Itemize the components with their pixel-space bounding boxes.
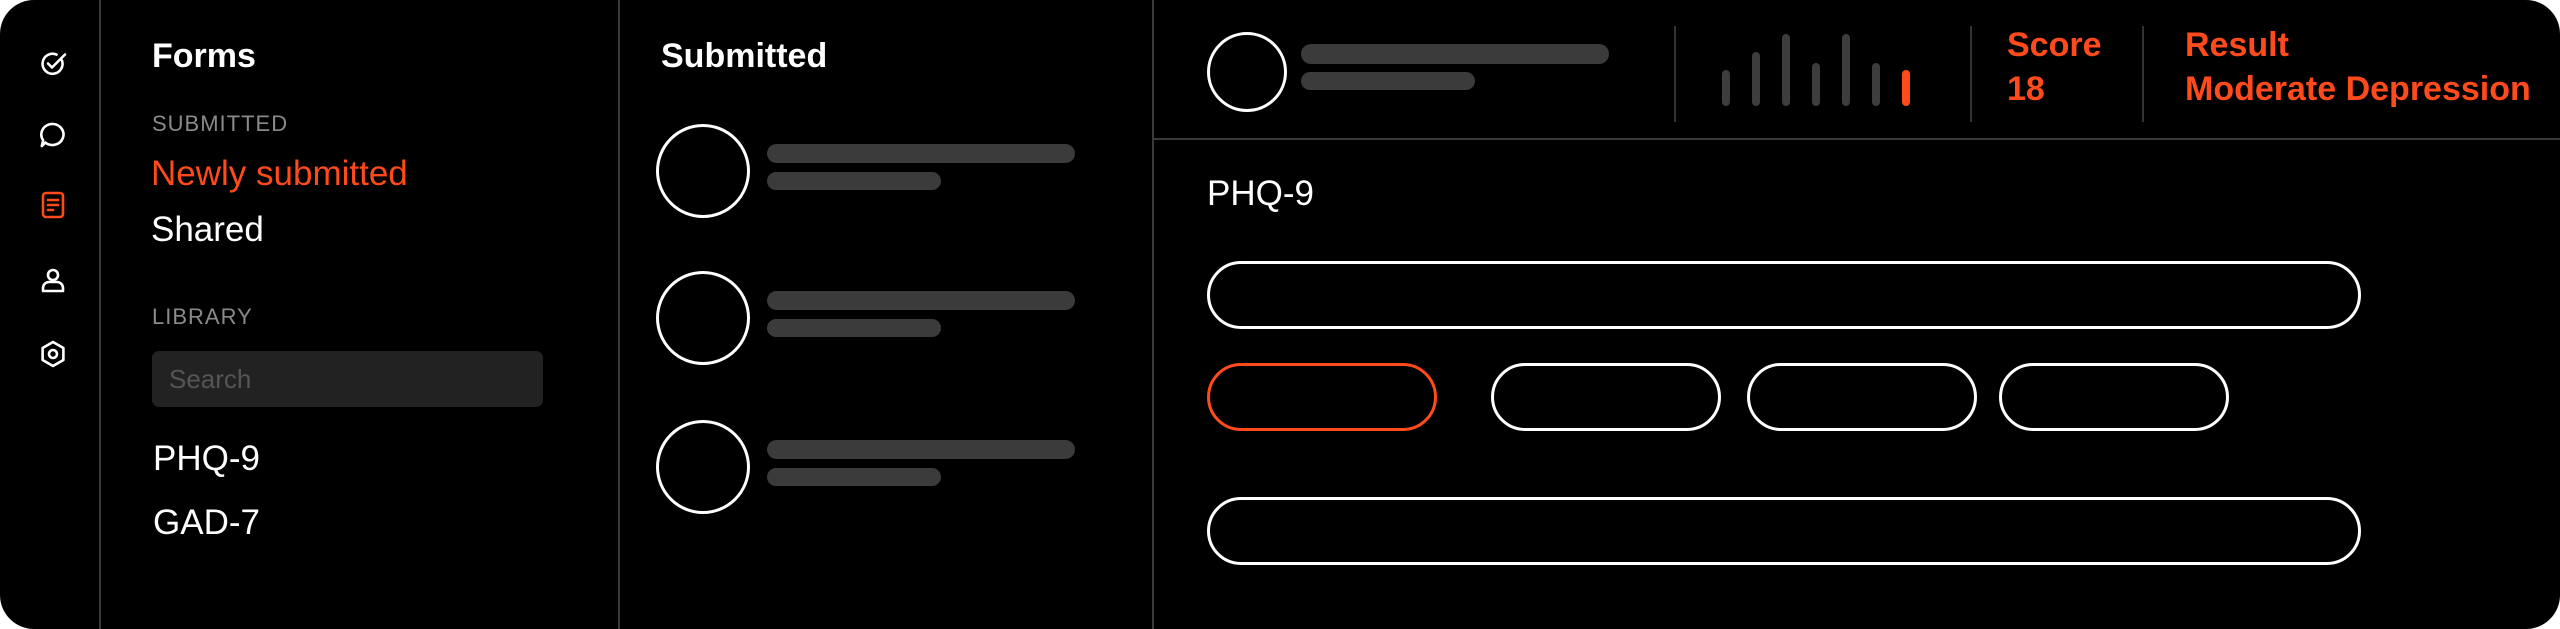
tasks-check-icon[interactable] xyxy=(37,48,69,80)
score-level-bar xyxy=(1812,63,1820,106)
library-item-phq9[interactable]: PHQ-9 xyxy=(153,439,260,479)
score-level-bar xyxy=(1872,63,1880,106)
patient-header: Score 18 Result Moderate Depression xyxy=(1154,0,2560,140)
nav-item-shared[interactable]: Shared xyxy=(151,210,264,250)
submitted-list: Submitted xyxy=(620,0,1154,629)
patient-detail-placeholder xyxy=(1301,72,1475,90)
submitted-list-title: Submitted xyxy=(661,37,828,75)
forms-icon[interactable] xyxy=(37,189,69,221)
icon-rail xyxy=(0,0,101,629)
name-placeholder xyxy=(767,440,1075,459)
answer-option[interactable] xyxy=(1999,363,2229,431)
header-divider xyxy=(1970,26,1972,122)
answer-option[interactable] xyxy=(1747,363,1977,431)
nav-item-newly-submitted[interactable]: Newly submitted xyxy=(151,154,408,194)
question-field[interactable] xyxy=(1207,497,2361,565)
name-placeholder xyxy=(767,144,1075,163)
detail-placeholder xyxy=(767,468,941,486)
avatar xyxy=(656,420,750,514)
question-field[interactable] xyxy=(1207,261,2361,329)
submitted-section-label: SUBMITTED xyxy=(152,111,289,136)
list-item[interactable] xyxy=(656,124,1116,220)
list-item[interactable] xyxy=(656,271,1116,367)
settings-hexagon-icon[interactable] xyxy=(37,338,69,370)
search-input[interactable] xyxy=(152,351,543,407)
answer-option[interactable] xyxy=(1491,363,1721,431)
header-divider xyxy=(1674,26,1676,122)
library-item-gad7[interactable]: GAD-7 xyxy=(153,503,260,543)
list-item[interactable] xyxy=(656,420,1116,516)
patient-name-placeholder xyxy=(1301,44,1609,64)
detail-placeholder xyxy=(767,172,941,190)
person-icon[interactable] xyxy=(37,264,69,296)
chat-bubble-icon[interactable] xyxy=(37,119,69,151)
detail-placeholder xyxy=(767,319,941,337)
forms-sidebar: Forms SUBMITTED Newly submitted Shared L… xyxy=(101,0,620,629)
app-window: Forms SUBMITTED Newly submitted Shared L… xyxy=(0,0,2560,629)
name-placeholder xyxy=(767,291,1075,310)
form-title: PHQ-9 xyxy=(1207,174,1314,213)
avatar xyxy=(656,271,750,365)
answer-option-selected[interactable] xyxy=(1207,363,1437,431)
score-level-bar xyxy=(1842,34,1850,106)
result-value: Moderate Depression xyxy=(2185,70,2531,108)
form-detail-panel: Score 18 Result Moderate Depression PHQ-… xyxy=(1154,0,2560,629)
result-label: Result xyxy=(2185,26,2289,64)
score-level-bar xyxy=(1752,52,1760,106)
score-level-bar xyxy=(1722,70,1730,106)
header-divider xyxy=(2142,26,2144,122)
patient-avatar xyxy=(1207,32,1287,112)
forms-title: Forms xyxy=(152,37,256,75)
score-label: Score xyxy=(2007,26,2102,64)
score-level-bar xyxy=(1782,34,1790,106)
score-value: 18 xyxy=(2007,70,2045,108)
avatar xyxy=(656,124,750,218)
library-section-label: LIBRARY xyxy=(152,304,253,329)
score-level-bar-current xyxy=(1902,70,1910,106)
